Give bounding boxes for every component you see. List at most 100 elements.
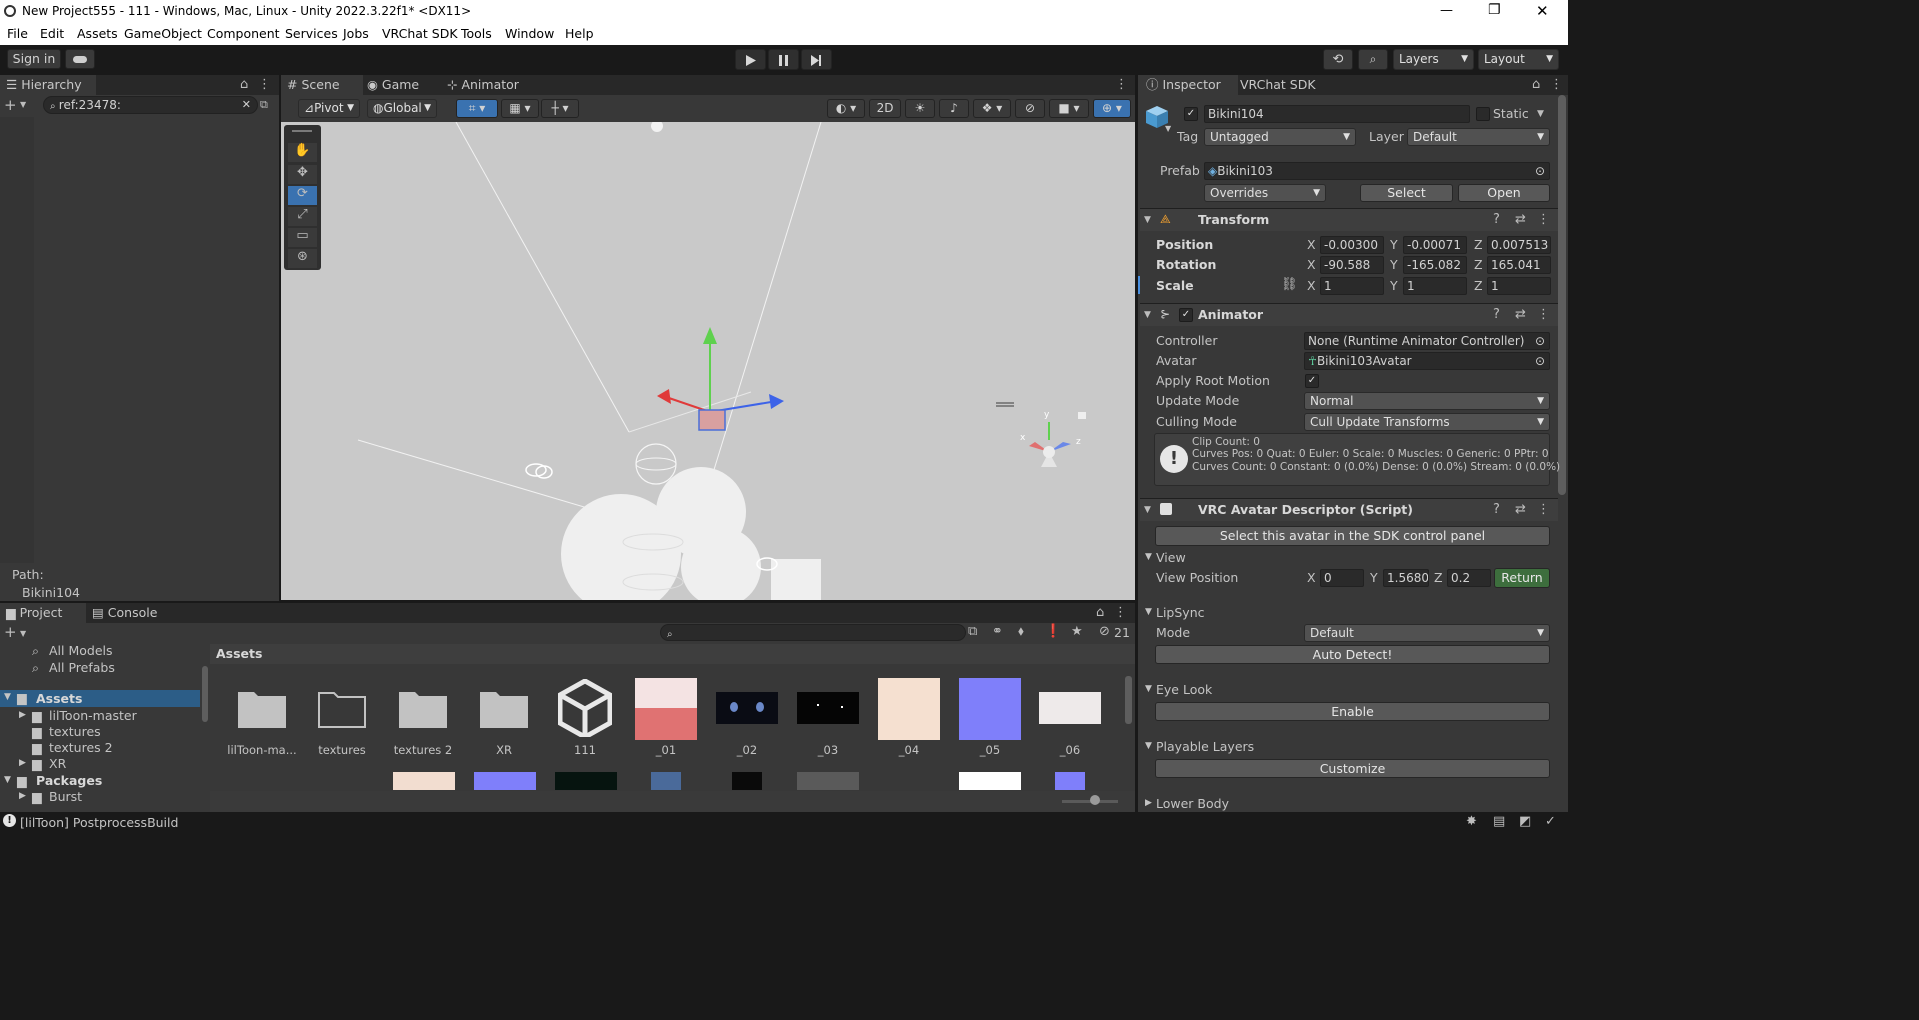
scale-y-field[interactable]: 1: [1403, 277, 1467, 295]
2d-toggle[interactable]: 2D: [869, 99, 901, 118]
foldout-arrow-icon[interactable]: ▶: [19, 791, 26, 801]
playable-layers-foldout-arrow[interactable]: ▼: [1145, 741, 1152, 751]
folder-icon[interactable]: [480, 688, 528, 728]
debug-icon[interactable]: ✸: [1466, 814, 1477, 830]
foldout-arrow-icon[interactable]: ▶: [19, 710, 26, 720]
asset-item-textures[interactable]: textures: [302, 743, 382, 757]
shading-mode-button[interactable]: ◐ ▾: [827, 99, 865, 118]
lipsync-section-label[interactable]: LipSync: [1156, 605, 1205, 620]
eye-look-enable-button[interactable]: Enable: [1155, 702, 1550, 721]
scale-x-field[interactable]: 1: [1320, 277, 1384, 295]
foldout-arrow-icon[interactable]: ▼: [4, 692, 11, 702]
foldout-arrow-icon[interactable]: ▼: [1144, 307, 1151, 323]
menu-gameobject[interactable]: GameObject: [124, 26, 202, 41]
inspector-scrollbar[interactable]: [1558, 95, 1566, 495]
status-message[interactable]: [lilToon] PostprocessBuild: [20, 815, 178, 830]
more-menu-icon[interactable]: ⋮: [258, 77, 271, 93]
lower-body-section-label[interactable]: Lower Body: [1156, 796, 1229, 811]
select-avatar-sdk-button[interactable]: Select this avatar in the SDK control pa…: [1155, 526, 1550, 546]
more-menu-icon[interactable]: ⋮: [1114, 605, 1127, 621]
object-picker-icon[interactable]: ⊙: [1535, 333, 1545, 349]
menu-tools[interactable]: Tools: [461, 26, 492, 41]
scale-z-field[interactable]: 1: [1487, 277, 1551, 295]
tag-dropdown[interactable]: Untagged ▼: [1204, 128, 1356, 146]
menu-component[interactable]: Component: [207, 26, 280, 41]
transform-tool-icon[interactable]: ⊛: [288, 249, 317, 268]
texture-thumbnail-row2[interactable]: [393, 772, 455, 790]
view-position-x-field[interactable]: 0: [1320, 569, 1364, 587]
hand-tool-icon[interactable]: ✋: [288, 143, 317, 162]
view-position-y-field[interactable]: 1.5680: [1383, 569, 1429, 587]
view-position-z-field[interactable]: 0.2: [1447, 569, 1491, 587]
scene-search-icon[interactable]: ⧉: [260, 97, 268, 113]
update-mode-dropdown[interactable]: Normal ▼: [1304, 392, 1550, 410]
more-menu-icon[interactable]: ⋮: [1550, 77, 1563, 93]
filter-by-label-icon[interactable]: ⬧: [1018, 624, 1024, 640]
audio-toggle[interactable]: ♪: [939, 99, 969, 118]
rotate-tool-icon[interactable]: ⟳: [288, 186, 317, 205]
increment-snap-button[interactable]: ┼ ▾: [541, 99, 579, 118]
tab-vrchat-sdk[interactable]: VRChat SDK: [1240, 75, 1316, 95]
project-search-input[interactable]: ⌕: [660, 624, 966, 641]
view-section-label[interactable]: View: [1156, 550, 1186, 565]
menu-services[interactable]: Services: [285, 26, 338, 41]
chevron-down-icon[interactable]: ▼: [1537, 106, 1544, 122]
eye-look-section-label[interactable]: Eye Look: [1156, 682, 1212, 697]
rect-tool-icon[interactable]: ▭: [288, 228, 317, 247]
add-icon[interactable]: +: [4, 97, 17, 113]
texture-thumbnail-01[interactable]: [635, 678, 697, 740]
animator-enabled-checkbox[interactable]: ✓: [1179, 308, 1193, 322]
rotation-y-field[interactable]: -165.082: [1403, 256, 1467, 274]
tree-assets[interactable]: Assets: [36, 691, 82, 706]
lipsync-mode-dropdown[interactable]: Default ▼: [1304, 624, 1550, 642]
more-menu-icon[interactable]: ⋮: [1537, 502, 1550, 518]
tab-hierarchy[interactable]: ☰ Hierarchy: [0, 75, 96, 95]
help-icon[interactable]: ?: [1493, 212, 1500, 228]
object-name-field[interactable]: Bikini104: [1204, 105, 1470, 123]
empty-folder-icon[interactable]: [318, 688, 366, 728]
menu-edit[interactable]: Edit: [40, 26, 64, 41]
pause-button[interactable]: [768, 49, 799, 70]
tree-scrollbar[interactable]: [202, 666, 208, 722]
close-button[interactable]: ✕: [1536, 2, 1549, 20]
view-foldout-arrow[interactable]: ▼: [1145, 552, 1152, 562]
auto-generate-lighting-icon[interactable]: ◩: [1519, 814, 1531, 830]
texture-thumbnail-05[interactable]: [959, 678, 1021, 740]
clear-search-icon[interactable]: ✕: [242, 97, 251, 113]
prefab-icon-chevron[interactable]: ▼: [1165, 124, 1171, 133]
prefab-field[interactable]: ◈Bikini103 ⊙: [1204, 162, 1550, 180]
effects-button[interactable]: ❖ ▾: [973, 99, 1011, 118]
folder-icon[interactable]: [238, 688, 286, 728]
lower-body-foldout-arrow[interactable]: ▶: [1145, 798, 1152, 808]
texture-thumbnail-row2[interactable]: [797, 772, 859, 790]
scene-view[interactable]: y x z ✋ ✥ ⟳ ⤢ ▭ ⊛: [281, 122, 1135, 600]
menu-window[interactable]: Window: [505, 26, 554, 41]
asset-item-liltoon[interactable]: lilToon-ma...: [222, 743, 302, 757]
hierarchy-search-input[interactable]: ⌕ ref:23478: ✕: [43, 96, 258, 114]
layers-dropdown[interactable]: Layers ▼: [1393, 49, 1474, 70]
cloud-button[interactable]: [65, 49, 95, 69]
search-button[interactable]: ⌕: [1358, 49, 1388, 70]
tree-liltoon[interactable]: lilToon-master: [49, 708, 137, 723]
help-icon[interactable]: ?: [1493, 307, 1500, 323]
foldout-arrow-icon[interactable]: ▼: [1144, 502, 1151, 518]
texture-thumbnail-03[interactable]: [797, 692, 859, 724]
texture-thumbnail-06[interactable]: [1039, 692, 1101, 724]
chevron-down-icon[interactable]: ▼: [20, 626, 26, 642]
scale-link-icon[interactable]: ⛓: [1281, 277, 1298, 293]
tab-inspector[interactable]: ⓘ Inspector: [1138, 75, 1238, 95]
sign-in-button[interactable]: Sign in: [7, 49, 61, 69]
add-icon[interactable]: +: [4, 624, 17, 640]
texture-thumbnail-row2[interactable]: [732, 772, 762, 790]
move-tool-icon[interactable]: ✥: [288, 165, 317, 184]
foldout-arrow-icon[interactable]: ▼: [1144, 212, 1151, 228]
asset-item-06[interactable]: _06: [1030, 743, 1110, 757]
lighting-toggle[interactable]: ☀: [905, 99, 935, 118]
static-checkbox[interactable]: [1476, 107, 1490, 121]
folder-icon[interactable]: [399, 688, 447, 728]
texture-thumbnail-row2[interactable]: [651, 772, 681, 790]
chevron-down-icon[interactable]: ▼: [20, 97, 26, 113]
playable-layers-section-label[interactable]: Playable Layers: [1156, 739, 1254, 754]
thumbnail-size-slider-thumb[interactable]: [1090, 795, 1100, 805]
pivot-dropdown[interactable]: ⊿Pivot ▼: [298, 99, 360, 118]
